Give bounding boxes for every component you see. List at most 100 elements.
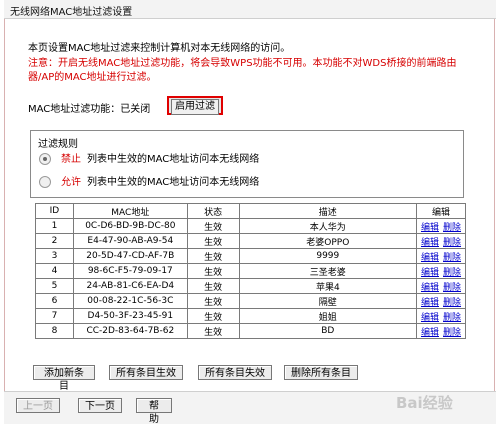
cell-mac: 00-08-22-1C-56-3C	[72, 293, 188, 309]
next-page-button[interactable]: 下一页	[78, 398, 122, 413]
cell-edit: 编辑 删除	[416, 293, 466, 309]
table-row: 5 24-AB-81-C6-EA-D4 生效 苹果4 编辑 删除	[35, 278, 466, 294]
warning-line-1: 注意：开启无线MAC地址过滤功能，将会导致WPS功能不可用。本功能不对WDS桥接…	[28, 58, 457, 69]
cell-mac: CC-2D-83-64-7B-62	[72, 323, 188, 339]
cell-mac: 98-6C-F5-79-09-17	[72, 263, 188, 279]
enable-all-button[interactable]: 所有条目生效	[109, 365, 183, 380]
table-header-row: ID MAC地址 状态 描述 编辑	[35, 203, 466, 219]
edit-link[interactable]: 编辑	[421, 283, 439, 293]
col-header-desc: 描述	[238, 203, 418, 219]
delete-link[interactable]: 删除	[443, 238, 461, 248]
allow-keyword: 允许	[61, 177, 81, 188]
prev-page-button[interactable]: 上一页	[16, 398, 60, 413]
cell-id: 7	[35, 308, 74, 324]
warning-text: 注意：开启无线MAC地址过滤功能，将会导致WPS功能不可用。本功能不对WDS桥接…	[28, 57, 483, 85]
cell-mac: E4-47-90-AB-A9-54	[72, 233, 188, 249]
edit-link[interactable]: 编辑	[421, 223, 439, 233]
disable-all-button[interactable]: 所有条目失效	[198, 365, 272, 380]
cell-status: 生效	[186, 293, 240, 309]
enable-filter-button[interactable]: 启用过滤	[167, 96, 223, 115]
table-row: 3 20-5D-47-CD-AF-7B 生效 9999 编辑 删除	[35, 248, 466, 264]
delete-link[interactable]: 删除	[443, 268, 461, 278]
cell-id: 1	[35, 218, 74, 234]
delete-link[interactable]: 删除	[443, 313, 461, 323]
filter-status-row: MAC地址过滤功能：已关闭	[28, 100, 150, 120]
table-row: 1 0C-D6-BD-9B-DC-80 生效 本人华为 编辑 删除	[35, 218, 466, 234]
description-text: 本页设置MAC地址过滤来控制计算机对本无线网络的访问。	[28, 43, 291, 54]
baidu-watermark: Bai经验	[396, 394, 453, 412]
table-body: 1 0C-D6-BD-9B-DC-80 生效 本人华为 编辑 删除 2 E4-47-90-AB…	[35, 218, 466, 339]
table-row: 8 CC-2D-83-64-7B-62 生效 BD 编辑 删除	[35, 323, 466, 339]
edit-link[interactable]: 编辑	[421, 313, 439, 323]
cell-status: 生效	[186, 278, 240, 294]
table-row: 4 98-6C-F5-79-09-17 生效 三圣老婆 编辑 删除	[35, 263, 466, 279]
cell-edit: 编辑 删除	[416, 278, 466, 294]
col-header-status: 状态	[186, 203, 240, 219]
allow-text: 列表中生效的MAC地址访问本无线网络	[87, 177, 260, 188]
delete-link[interactable]: 删除	[443, 283, 461, 293]
rule-option-deny[interactable]: 禁止 列表中生效的MAC地址访问本无线网络	[39, 152, 259, 168]
mac-filter-table: ID MAC地址 状态 描述 编辑 1 0C-D6-BD-9B-DC-80 生效 本人…	[35, 203, 466, 339]
table-row: 7 D4-50-3F-23-45-91 生效 姐姐 编辑 删除	[35, 308, 466, 324]
cell-edit: 编辑 删除	[416, 308, 466, 324]
cell-desc: BD	[238, 323, 418, 339]
cell-id: 5	[35, 278, 74, 294]
cell-mac: 20-5D-47-CD-AF-7B	[72, 248, 188, 264]
cell-id: 2	[35, 233, 74, 249]
delete-link[interactable]: 删除	[443, 253, 461, 263]
cell-status: 生效	[186, 248, 240, 264]
title-bar: 无线网络MAC地址过滤设置	[4, 0, 496, 19]
cell-edit: 编辑 删除	[416, 323, 466, 339]
filter-status-value: 已关闭	[120, 104, 151, 115]
cell-id: 8	[35, 323, 74, 339]
cell-mac: 0C-D6-BD-9B-DC-80	[72, 218, 188, 234]
allow-radio[interactable]	[39, 176, 51, 188]
filter-rules-group: 过滤规则 禁止 列表中生效的MAC地址访问本无线网络 允许 列表中生效的MAC地址访…	[30, 130, 464, 198]
edit-link[interactable]: 编辑	[421, 328, 439, 338]
cell-edit: 编辑 删除	[416, 218, 466, 234]
warning-line-2: 器/AP的MAC地址进行过滤。	[28, 72, 157, 83]
cell-status: 生效	[186, 323, 240, 339]
cell-edit: 编辑 删除	[416, 233, 466, 249]
cell-status: 生效	[186, 308, 240, 324]
cell-edit: 编辑 删除	[416, 263, 466, 279]
col-header-edit: 编辑	[416, 203, 466, 219]
cell-desc: 老婆OPPO	[238, 233, 418, 249]
deny-keyword: 禁止	[61, 154, 81, 165]
cell-mac: D4-50-3F-23-45-91	[72, 308, 188, 324]
rule-option-allow[interactable]: 允许 列表中生效的MAC地址访问本无线网络	[39, 175, 259, 191]
edit-link[interactable]: 编辑	[421, 268, 439, 278]
cell-desc: 隔壁	[238, 293, 418, 309]
cell-id: 6	[35, 293, 74, 309]
cell-edit: 编辑 删除	[416, 248, 466, 264]
cell-desc: 三圣老婆	[238, 263, 418, 279]
delete-link[interactable]: 删除	[443, 298, 461, 308]
cell-desc: 苹果4	[238, 278, 418, 294]
help-button[interactable]: 帮 助	[136, 398, 172, 425]
page-title: 无线网络MAC地址过滤设置	[10, 7, 133, 18]
cell-mac: 24-AB-81-C6-EA-D4	[72, 278, 188, 294]
delete-link[interactable]: 删除	[443, 328, 461, 338]
delete-link[interactable]: 删除	[443, 223, 461, 233]
add-entry-button[interactable]: 添加新条目	[33, 365, 95, 392]
edit-link[interactable]: 编辑	[421, 253, 439, 263]
cell-desc: 姐姐	[238, 308, 418, 324]
table-row: 2 E4-47-90-AB-A9-54 生效 老婆OPPO 编辑 删除	[35, 233, 466, 249]
deny-radio[interactable]	[39, 153, 51, 165]
cell-id: 3	[35, 248, 74, 264]
router-settings-frame: 无线网络MAC地址过滤设置 本页设置MAC地址过滤来控制计算机对本无线网络的访问…	[4, 0, 496, 425]
edit-link[interactable]: 编辑	[421, 238, 439, 248]
cell-id: 4	[35, 263, 74, 279]
deny-text: 列表中生效的MAC地址访问本无线网络	[87, 154, 260, 165]
col-header-id: ID	[35, 203, 74, 219]
cell-status: 生效	[186, 218, 240, 234]
filter-status-label: MAC地址过滤功能：	[28, 104, 121, 115]
delete-all-button[interactable]: 删除所有条目	[284, 365, 358, 380]
edit-link[interactable]: 编辑	[421, 298, 439, 308]
filter-rules-title: 过滤规则	[38, 139, 78, 150]
table-row: 6 00-08-22-1C-56-3C 生效 隔壁 编辑 删除	[35, 293, 466, 309]
cell-status: 生效	[186, 233, 240, 249]
enable-filter-label: 启用过滤	[171, 99, 219, 115]
cell-desc: 本人华为	[238, 218, 418, 234]
cell-desc: 9999	[238, 248, 418, 264]
